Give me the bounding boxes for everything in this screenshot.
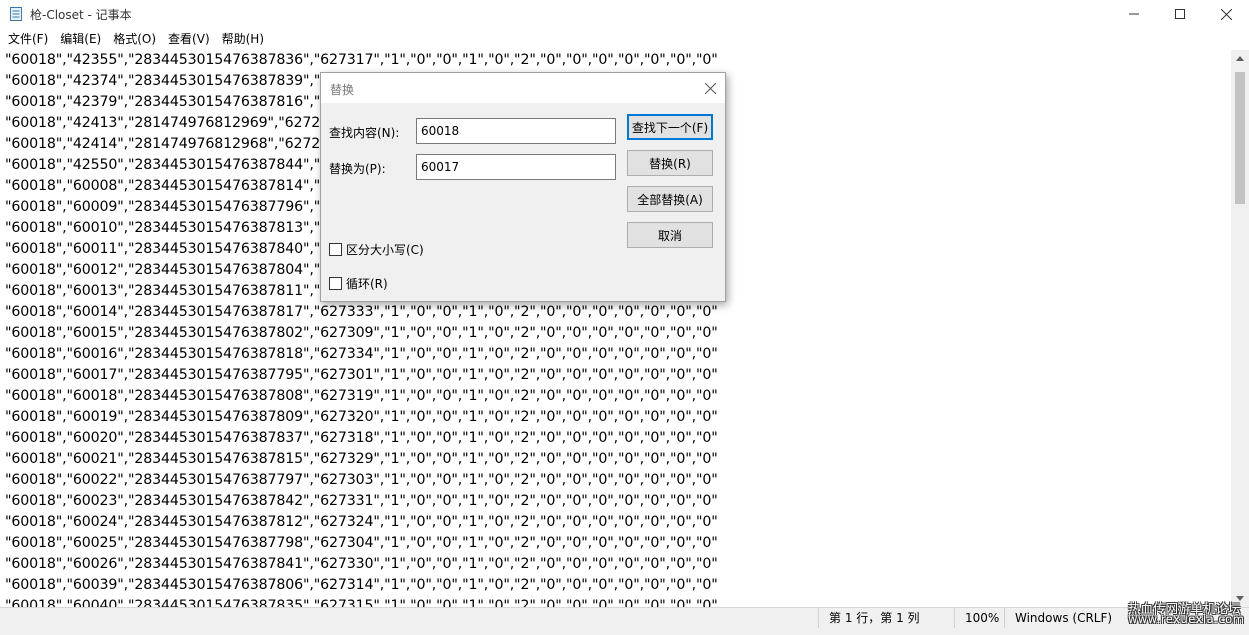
text-line: "60018","60026","2834453015476387841","6… — [5, 556, 718, 572]
text-line: "60018","60021","2834453015476387815","6… — [5, 451, 718, 467]
notepad-icon — [10, 7, 22, 21]
status-bar: 第 1 行，第 1 列 100% Windows (CRLF) — [0, 607, 1249, 629]
text-line: "60018","60024","2834453015476387812","6… — [5, 514, 718, 530]
window-controls — [1111, 0, 1249, 28]
text-line: "60018","60014","2834453015476387817","6… — [5, 304, 718, 320]
replace-label: 替换为(P): — [329, 162, 386, 176]
text-line: "60018","60025","2834453015476387798","6… — [5, 535, 718, 551]
text-line: "60018","42355","2834453015476387836","6… — [5, 52, 718, 68]
text-line: "60018","60019","2834453015476387809","6… — [5, 409, 718, 425]
find-label: 查找内容(N): — [329, 126, 400, 140]
menu-bar: 文件(F) 编辑(E) 格式(O) 查看(V) 帮助(H) — [0, 28, 1249, 50]
minimize-icon — [1129, 13, 1139, 15]
text-line: "60018","60020","2834453015476387837","6… — [5, 430, 718, 446]
find-next-button[interactable]: 查找下一个(F) — [627, 114, 713, 140]
minimize-button[interactable] — [1111, 0, 1157, 28]
text-line: "60018","60039","2834453015476387806","6… — [5, 577, 718, 593]
text-line: "60018","42413","281474976812969","6272 — [5, 115, 321, 131]
maximize-button[interactable] — [1157, 0, 1203, 28]
status-encoding: Windows (CRLF) — [1004, 608, 1128, 629]
status-position: 第 1 行，第 1 列 — [818, 608, 954, 629]
text-line: "60018","60040","2834453015476387835","6… — [5, 598, 718, 607]
match-case-label: 区分大小写(C) — [346, 243, 424, 257]
close-button[interactable] — [1203, 0, 1249, 28]
menu-edit[interactable]: 编辑(E) — [54, 28, 107, 50]
text-line: "60018","60016","2834453015476387818","6… — [5, 346, 718, 362]
cancel-button[interactable]: 取消 — [627, 222, 713, 248]
dialog-title-bar[interactable]: 替换 — [321, 73, 725, 103]
maximize-icon — [1175, 9, 1185, 19]
find-input[interactable] — [416, 118, 616, 144]
watermark: 热血传网游单机论坛 www.rexuexia.com — [1128, 598, 1248, 630]
scroll-up-icon — [1236, 56, 1244, 61]
scroll-up-button[interactable] — [1231, 50, 1249, 67]
text-line: "60018","60023","2834453015476387842","6… — [5, 493, 718, 509]
replace-dialog: 替换 查找内容(N): 替换为(P): 查找下一个(F) 替换(R) 全部替换(… — [320, 72, 726, 302]
match-case-checkbox[interactable] — [329, 243, 342, 256]
vertical-scrollbar[interactable] — [1231, 50, 1249, 607]
text-line: "60018","42414","281474976812968","6272 — [5, 136, 321, 152]
menu-file[interactable]: 文件(F) — [2, 28, 54, 50]
text-line: "60018","60022","2834453015476387797","6… — [5, 472, 718, 488]
match-case-option[interactable]: 区分大小写(C) — [329, 241, 424, 258]
title-bar: 枪-Closet - 记事本 — [0, 0, 1249, 28]
close-icon — [1220, 8, 1232, 20]
replace-all-button[interactable]: 全部替换(A) — [627, 186, 713, 212]
replace-button[interactable]: 替换(R) — [627, 150, 713, 176]
close-icon — [704, 82, 716, 94]
dialog-close-button[interactable] — [701, 79, 719, 97]
text-line: "60018","60017","2834453015476387795","6… — [5, 367, 718, 383]
menu-format[interactable]: 格式(O) — [107, 28, 162, 50]
menu-view[interactable]: 查看(V) — [162, 28, 216, 50]
scrollbar-thumb[interactable] — [1235, 72, 1245, 204]
replace-input[interactable] — [416, 154, 616, 180]
dialog-title: 替换 — [330, 83, 355, 97]
wrap-option[interactable]: 循环(R) — [329, 275, 388, 292]
status-zoom: 100% — [954, 608, 1004, 629]
text-line: "60018","60018","2834453015476387808","6… — [5, 388, 718, 404]
menu-help[interactable]: 帮助(H) — [216, 28, 270, 50]
wrap-checkbox[interactable] — [329, 277, 342, 290]
window-title: 枪-Closet - 记事本 — [30, 7, 132, 22]
wrap-label: 循环(R) — [346, 277, 388, 291]
watermark-line2: www.rexuexia.com — [1128, 612, 1245, 626]
bottom-strip — [0, 628, 1249, 635]
text-line: "60018","60015","2834453015476387802","6… — [5, 325, 718, 341]
